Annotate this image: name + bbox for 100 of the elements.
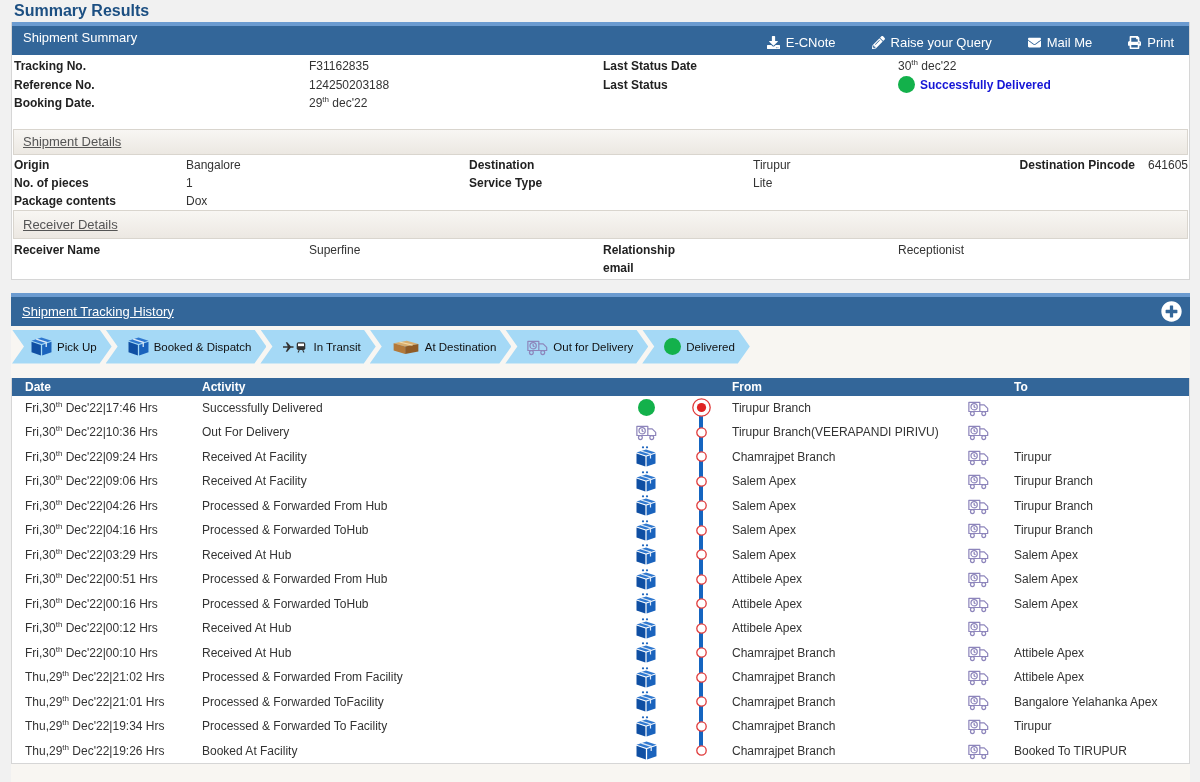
- pencil-icon: [871, 35, 885, 49]
- print-button[interactable]: Print: [1128, 32, 1174, 52]
- from-cell: Tirupur Branch(VEERAPANDI PIRIVU): [732, 425, 939, 440]
- activity-cell: Processed & Forwarded From Hub: [202, 498, 388, 513]
- date-cell-text: Thu,29$^{th}$ Dec'22|19:26 Hrs: [24, 743, 165, 758]
- activity-cell: Processed & Forwarded From Facility: [202, 670, 403, 685]
- activity-cell: Processed & Forwarded ToHub: [202, 523, 369, 538]
- truck-icon: [635, 423, 657, 442]
- from-cell: Chamrajpet Branch: [732, 694, 836, 709]
- status-text: Successfully Delivered: [920, 76, 1051, 94]
- field-value: Lite: [753, 174, 774, 192]
- step-label: At Destination: [424, 340, 497, 353]
- download-button[interactable]: E-CNote: [766, 32, 836, 52]
- from-cell: Salem Apex: [732, 498, 797, 513]
- section-link[interactable]: Shipment Details: [23, 134, 122, 149]
- box-icon: [635, 741, 657, 761]
- section-link[interactable]: Receiver Details: [23, 216, 118, 232]
- field-label: Destination: [469, 156, 535, 174]
- activity-cell: Processed & Forwarded To Facility: [202, 719, 388, 734]
- activity-cell: Received At Facility: [202, 474, 307, 489]
- from-cell: Chamrajpet Branch: [732, 719, 836, 734]
- to-cell-text: Salem Apex: [1013, 596, 1079, 611]
- to-cell-text: Tirupur Branch: [1013, 474, 1093, 489]
- package-icon: [636, 617, 656, 639]
- date-cell-text: Fri,30$^{th}$ Dec'22|00:16 Hrs: [24, 596, 158, 611]
- date-cell-text: Fri,30$^{th}$ Dec'22|04:16 Hrs: [24, 523, 158, 538]
- field-label: Last Status: [603, 76, 668, 94]
- package-icon: [636, 666, 656, 688]
- status-dot-icon: [898, 76, 915, 94]
- to-cell-text: Tirupur Branch: [1013, 498, 1093, 513]
- field-label: Destination Pincode: [1019, 156, 1136, 174]
- package-icon: [636, 495, 656, 517]
- to-cell-text: Bangalore Yelahanka Apex: [1013, 694, 1158, 709]
- from-cell: Chamrajpet Branch: [732, 670, 836, 685]
- history-link[interactable]: Shipment Tracking History: [22, 303, 174, 319]
- from-cell: Salem Apex: [732, 547, 797, 562]
- field-value: 641605: [1147, 156, 1189, 174]
- field-label: Service Type: [469, 174, 543, 192]
- field-value: Bangalore: [186, 156, 242, 174]
- field-value: Receptionist: [898, 241, 966, 259]
- to-cell-text: Salem Apex: [1013, 572, 1079, 587]
- from-cell: Attibele Apex: [732, 621, 803, 636]
- from-cell: Attibele Apex: [732, 596, 803, 611]
- date-cell-text: Fri,30$^{th}$ Dec'22|17:46 Hrs: [24, 400, 158, 415]
- field-value: F31162835: [309, 58, 370, 75]
- to-cell-text: Tirupur: [1013, 449, 1052, 464]
- date-cell-text: Fri,30$^{th}$ Dec'22|10:36 Hrs: [24, 425, 158, 440]
- package-icon: [636, 568, 656, 590]
- field-label: Reference No.: [14, 76, 95, 94]
- truck-icon: [967, 570, 989, 589]
- date-cell-text: Fri,30$^{th}$ Dec'22|09:06 Hrs: [24, 474, 158, 489]
- status-dot-icon: [664, 338, 682, 355]
- truck-icon: [967, 423, 989, 442]
- step-label: Delivered: [686, 340, 735, 353]
- package-icon: [636, 593, 656, 615]
- date-cell-text: Thu,29$^{th}$ Dec'22|21:02 Hrs: [24, 670, 165, 685]
- date-cell-text: Fri,30$^{th}$ Dec'22|00:10 Hrs: [24, 645, 158, 660]
- activity-cell: Processed & Forwarded ToHub: [202, 596, 369, 611]
- step-label: Out for Delivery: [553, 340, 634, 353]
- step-label: Pick Up: [57, 340, 97, 353]
- from-cell: Chamrajpet Branch: [732, 449, 836, 464]
- activity-cell: Received At Facility: [202, 449, 307, 464]
- from-cell: Salem Apex: [732, 523, 797, 538]
- truck-icon: [967, 619, 989, 638]
- from-cell: Attibele Apex: [732, 572, 803, 587]
- package-icon: [636, 544, 656, 566]
- field-value: 29$^{th}$ dec'22: [309, 94, 369, 112]
- date-cell-text: Fri,30$^{th}$ Dec'22|00:12 Hrs: [24, 621, 158, 636]
- package-icon: [636, 715, 656, 737]
- date-cell-text: Thu,29$^{th}$ Dec'22|21:01 Hrs: [24, 694, 165, 709]
- field-value: Dox: [186, 192, 209, 210]
- truck-icon: [967, 472, 989, 491]
- activity-cell: Successfully Delivered: [202, 400, 323, 415]
- printer-icon: [1128, 35, 1142, 49]
- activity-cell: Received At Hub: [202, 645, 292, 660]
- column-header: From: [732, 379, 762, 394]
- field-label: Tracking No.: [14, 58, 87, 75]
- field-value: 124250203188: [309, 76, 391, 94]
- mail-button[interactable]: Mail Me: [1027, 32, 1093, 52]
- to-cell-text: Attibele Apex: [1013, 645, 1085, 660]
- date-cell-text: Fri,30$^{th}$ Dec'22|09:24 Hrs: [24, 449, 158, 464]
- field-value: 30$^{th}$ dec'22: [898, 57, 958, 75]
- date-cell-text: Thu,29$^{th}$ Dec'22|19:34 Hrs: [24, 719, 165, 734]
- query-button[interactable]: Raise your Query: [871, 32, 992, 52]
- from-cell: Salem Apex: [732, 474, 797, 489]
- from-cell: Tirupur Branch: [732, 400, 811, 415]
- truck-icon: [967, 717, 989, 736]
- envelope-icon: [1027, 35, 1041, 49]
- to-cell-text: Booked To TIRUPUR: [1013, 743, 1127, 758]
- field-label: Relationship: [603, 241, 675, 259]
- parcel-icon: [391, 338, 420, 355]
- package-icon: [636, 691, 656, 713]
- field-label: No. of pieces: [14, 174, 89, 192]
- to-cell-text: Tirupur Branch: [1013, 523, 1093, 538]
- field-label: email: [603, 259, 634, 277]
- date-cell-text: Fri,30$^{th}$ Dec'22|03:29 Hrs: [24, 547, 158, 562]
- activity-cell: Processed & Forwarded ToFacility: [202, 694, 384, 709]
- field-value: Superfine: [309, 241, 362, 259]
- to-cell-text: Salem Apex: [1013, 547, 1079, 562]
- box-icon: [127, 337, 149, 356]
